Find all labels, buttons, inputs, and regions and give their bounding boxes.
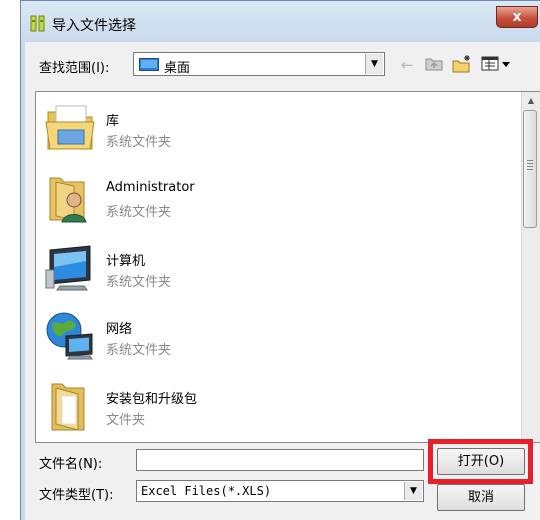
open-button[interactable]: 打开(O) (437, 448, 525, 475)
chevron-down-icon[interactable]: ▼ (365, 54, 383, 74)
network-icon (44, 308, 96, 362)
close-icon: x (512, 9, 522, 25)
list-item[interactable]: Administrator 系统文件夹 (36, 164, 520, 232)
item-name: 计算机 (106, 254, 146, 269)
libraries-folder-icon (44, 100, 96, 154)
chevron-down-icon[interactable]: ▼ (404, 482, 422, 500)
computer-icon (44, 240, 96, 294)
look-in-label: 查找范围(I): (39, 61, 110, 76)
item-name: 网络 (106, 322, 133, 337)
file-name-input[interactable] (136, 449, 424, 471)
window-title: 导入文件选择 (52, 18, 136, 34)
folder-icon (44, 378, 96, 432)
list-item[interactable]: 安装包和升级包 文件夹 (36, 372, 520, 440)
view-menu-button[interactable] (480, 54, 514, 76)
cancel-button[interactable]: 取消 (437, 484, 525, 511)
file-type-dropdown[interactable]: Excel Files(*.XLS) ▼ (136, 480, 424, 502)
scroll-grip-icon (527, 160, 533, 170)
user-folder-icon (44, 170, 96, 224)
item-type: 系统文件夹 (106, 135, 172, 150)
look-in-dropdown[interactable]: 桌面 ▼ (133, 52, 385, 76)
close-button[interactable]: x (496, 6, 538, 28)
list-item[interactable]: 计算机 系统文件夹 (36, 234, 520, 302)
up-folder-icon (425, 58, 443, 71)
new-folder-icon (452, 55, 470, 73)
scroll-up-arrow-icon[interactable]: ▲ (522, 93, 540, 109)
item-type: 系统文件夹 (106, 275, 172, 290)
file-type-label: 文件类型(T): (39, 488, 114, 503)
file-name-label: 文件名(N): (39, 457, 103, 472)
up-folder-button[interactable] (423, 54, 445, 76)
look-in-value: 桌面 (164, 61, 191, 76)
list-item[interactable]: 网络 系统文件夹 (36, 302, 520, 370)
item-name: 安装包和升级包 (106, 392, 198, 407)
desktop-icon (139, 58, 159, 71)
item-type: 系统文件夹 (106, 343, 172, 358)
item-name: Administrator (106, 180, 195, 195)
app-icon (30, 14, 46, 32)
new-folder-button[interactable] (451, 54, 473, 76)
file-type-value: Excel Files(*.XLS) (141, 484, 272, 498)
item-type: 系统文件夹 (106, 205, 172, 220)
view-menu-icon (481, 56, 510, 71)
item-type: 文件夹 (106, 413, 146, 428)
back-arrow-icon: ← (400, 56, 414, 74)
back-button[interactable]: ← (396, 54, 418, 76)
list-item[interactable]: 库 系统文件夹 (36, 94, 520, 162)
item-name: 库 (106, 114, 120, 129)
